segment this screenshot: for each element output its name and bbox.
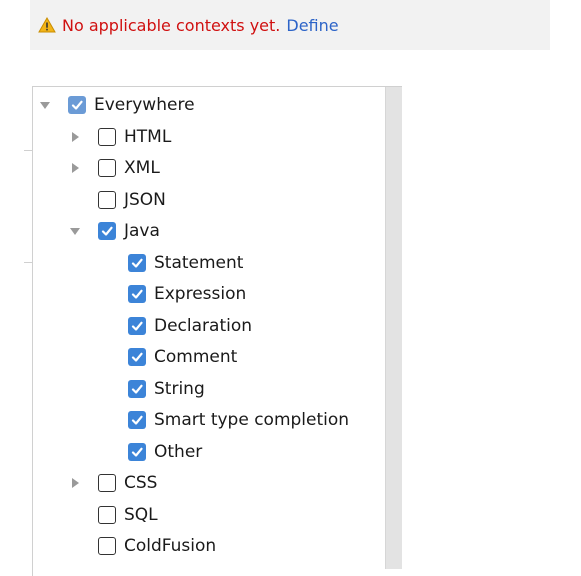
tree-item-label: SQL [124, 504, 158, 525]
tree-row[interactable]: Declaration [128, 313, 252, 339]
expand-arrow-down-icon[interactable] [38, 98, 52, 112]
tree-item-label: Other [154, 441, 203, 462]
tree-row[interactable]: Java [68, 218, 160, 244]
expand-arrow-right-icon[interactable] [68, 161, 82, 175]
tree-item-label: JSON [124, 189, 166, 210]
tree-row[interactable]: SQL [68, 502, 158, 528]
tree-item-label: Comment [154, 347, 238, 367]
tree-row[interactable]: String [128, 376, 205, 402]
checkbox-unchecked[interactable] [98, 159, 116, 177]
divider [24, 262, 32, 263]
tree-row[interactable]: CSS [68, 470, 157, 496]
banner-message: No applicable contexts yet. [62, 15, 281, 35]
checkbox-checked[interactable] [98, 222, 116, 240]
checkbox-unchecked[interactable] [98, 127, 116, 146]
checkbox-unchecked[interactable] [98, 505, 116, 524]
tree-item-label: Statement [154, 252, 244, 273]
expand-arrow-right-icon[interactable] [68, 130, 82, 144]
tree-row[interactable]: Comment [128, 344, 237, 370]
tree-item-label: Expression [154, 284, 247, 304]
tree-row[interactable]: Smart type completion [128, 407, 349, 433]
tree-item-label: HTML [124, 126, 172, 147]
tree-item-label: Java [124, 221, 160, 241]
tree-item-label: ColdFusion [124, 536, 217, 556]
tree-item-label: CSS [124, 473, 158, 493]
tree-row[interactable]: JSON [68, 187, 166, 213]
tree-item-label: Smart type completion [154, 410, 350, 430]
tree-row[interactable]: XML [68, 155, 160, 181]
divider [24, 150, 32, 151]
checkbox-checked[interactable] [128, 442, 146, 461]
vertical-scrollbar[interactable] [385, 87, 402, 569]
checkbox-checked[interactable] [128, 348, 146, 366]
tree-item-label: Everywhere [94, 95, 195, 115]
checkbox-checked[interactable] [68, 96, 86, 114]
tree-row[interactable]: Statement [128, 250, 243, 276]
expand-arrow-down-icon[interactable] [68, 224, 82, 238]
checkbox-unchecked[interactable] [98, 474, 116, 492]
warning-banner: No applicable contexts yet. Define [30, 0, 550, 50]
tree-row[interactable]: Everywhere [38, 92, 195, 118]
checkbox-unchecked[interactable] [98, 190, 116, 209]
checkbox-checked[interactable] [128, 316, 146, 335]
tree-item-label: XML [124, 158, 160, 178]
checkbox-checked[interactable] [128, 253, 146, 272]
tree-row[interactable]: Expression [128, 281, 246, 307]
checkbox-checked[interactable] [128, 379, 146, 398]
tree-item-label: Declaration [154, 315, 253, 336]
tree-item-label: String [154, 378, 205, 399]
checkbox-checked[interactable] [128, 411, 146, 429]
tree-row[interactable]: Other [128, 439, 202, 465]
define-link[interactable]: Define [286, 16, 338, 35]
tree-row[interactable]: HTML [68, 124, 171, 150]
tree-row[interactable]: ColdFusion [68, 533, 216, 559]
checkbox-checked[interactable] [128, 285, 146, 303]
checkbox-unchecked[interactable] [98, 537, 116, 555]
warning-icon [38, 16, 56, 33]
expand-arrow-right-icon[interactable] [68, 476, 82, 490]
